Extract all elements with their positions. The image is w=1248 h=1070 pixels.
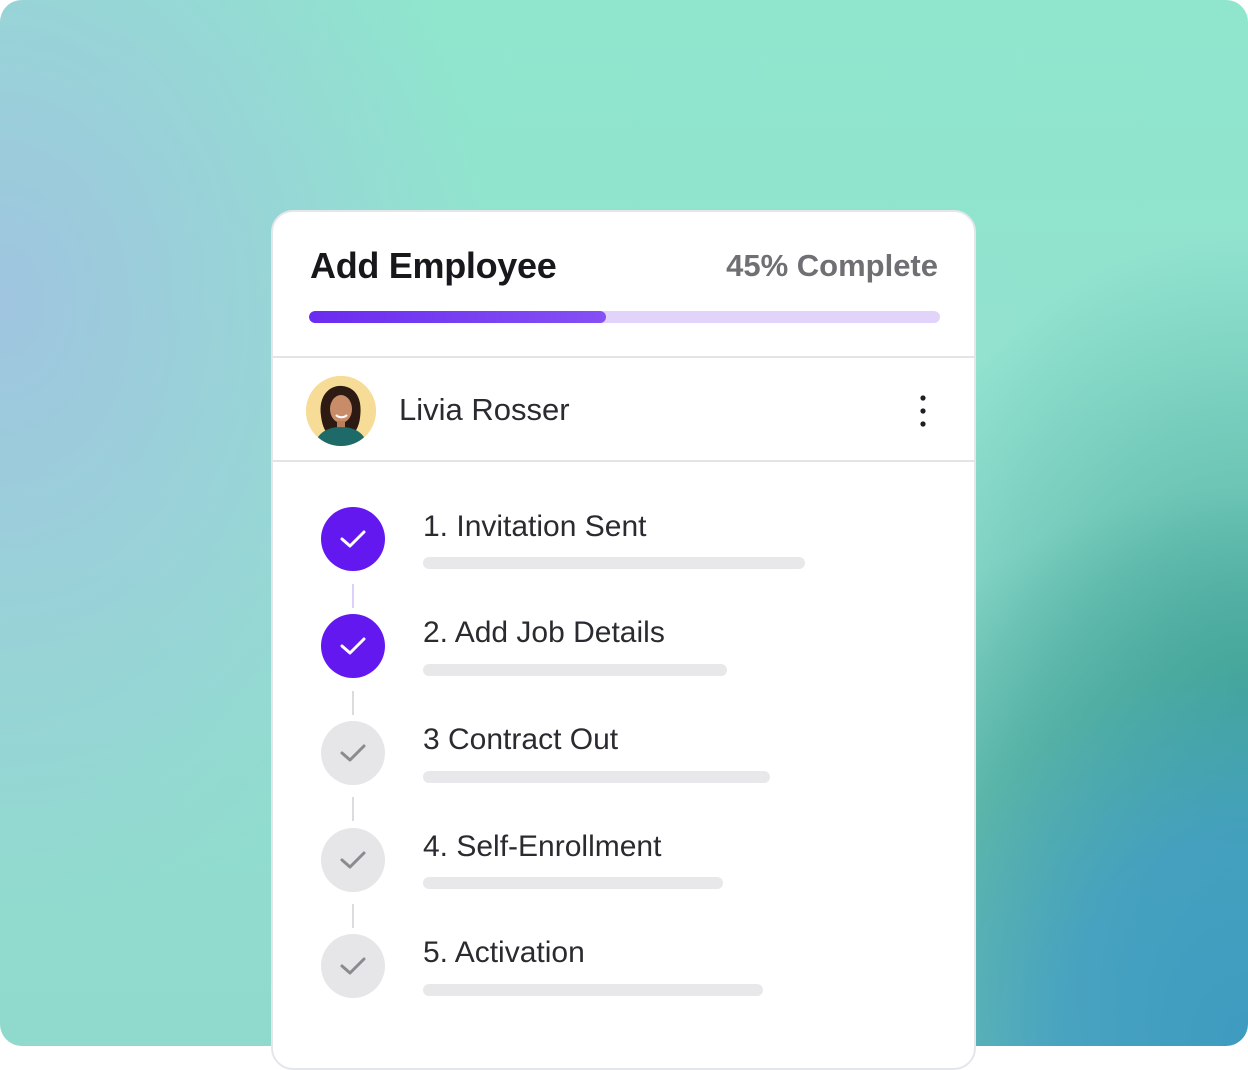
step-status-circle [321,507,385,571]
progress-bar-fill [309,311,606,323]
check-icon [340,851,366,869]
employee-name: Livia Rosser [399,392,570,427]
step-self-enrollment[interactable]: 4. Self-Enrollment [273,781,973,892]
step-status-circle [321,614,385,678]
check-icon [340,637,366,655]
check-icon [340,530,366,548]
step-status-circle [321,828,385,892]
step-label: 1. Invitation Sent [423,510,647,543]
add-employee-card: Add Employee 45% Complete Livia Rosser 1… [271,210,976,1070]
card-header: Add Employee 45% Complete [273,212,974,358]
avatar-portrait-icon [306,376,376,446]
step-invitation-sent[interactable]: 1. Invitation Sent [273,462,973,571]
step-add-job-details[interactable]: 2. Add Job Details [273,568,973,678]
progress-bar [309,311,940,323]
employee-row[interactable]: Livia Rosser [273,358,974,462]
step-label: 3 Contract Out [423,723,619,756]
step-label: 5. Activation [423,936,585,969]
step-status-circle [321,721,385,785]
vertical-ellipsis-icon [920,395,926,427]
avatar [306,376,376,446]
step-contract-out[interactable]: 3 Contract Out [273,675,973,785]
page-title: Add Employee [310,245,557,286]
step-status-circle [321,934,385,998]
step-activation[interactable]: 5. Activation [273,888,973,998]
more-options-button[interactable] [908,392,938,432]
progress-label: 45% Complete [726,248,938,283]
check-icon [340,744,366,762]
step-placeholder-bar [423,984,763,996]
step-label: 4. Self-Enrollment [423,830,662,863]
check-icon [340,957,366,975]
step-label: 2. Add Job Details [423,616,665,649]
